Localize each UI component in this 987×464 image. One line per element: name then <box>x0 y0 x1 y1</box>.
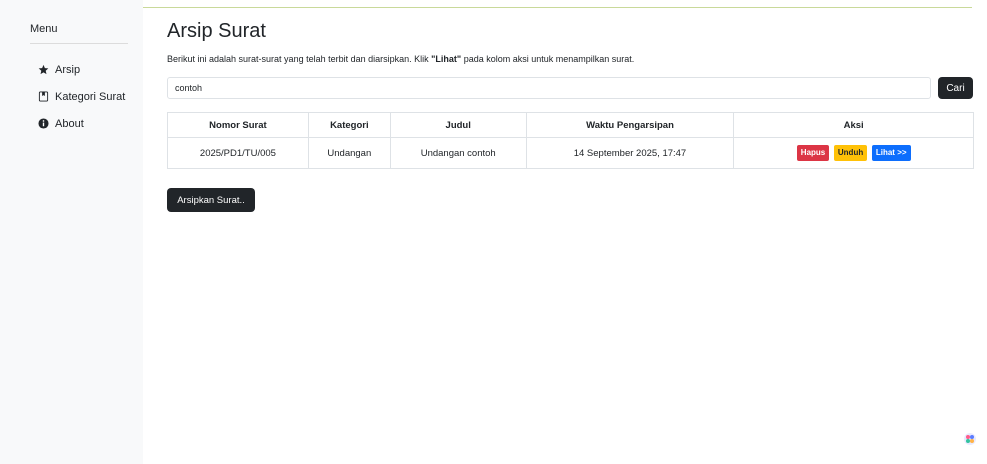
bookmark-icon <box>37 90 50 103</box>
description-text: Berikut ini adalah surat-surat yang tela… <box>167 54 432 64</box>
sidebar-item-about[interactable]: About <box>37 110 125 137</box>
sidebar-divider <box>30 43 128 44</box>
column-header-judul: Judul <box>389 112 527 138</box>
table-row: 2025/PD1/TU/005 Undangan Undangan contoh… <box>167 137 974 169</box>
column-header-aksi: Aksi <box>733 112 974 138</box>
search-input[interactable] <box>167 77 931 99</box>
column-header-kategori: Kategori <box>307 112 391 138</box>
cell-waktu: 14 September 2025, 17:47 <box>525 137 735 169</box>
info-circle-icon <box>37 117 50 130</box>
sidebar: Menu Arsip Kategori Surat About <box>0 0 143 464</box>
delete-button[interactable]: Hapus <box>796 145 830 161</box>
sidebar-title: Menu <box>30 23 58 35</box>
description-text-end: pada kolom aksi untuk menampilkan surat. <box>461 54 635 64</box>
table-header-row: Nomor Surat Kategori Judul Waktu Pengars… <box>167 112 974 138</box>
column-header-waktu: Waktu Pengarsipan <box>525 112 735 138</box>
sidebar-item-label: About <box>55 117 84 130</box>
column-header-nomor: Nomor Surat <box>167 112 309 138</box>
archive-letter-button[interactable]: Arsipkan Surat.. <box>167 188 255 212</box>
sidebar-item-arsip[interactable]: Arsip <box>37 56 125 83</box>
star-icon <box>37 63 50 76</box>
assistant-icon[interactable] <box>963 432 977 446</box>
view-button[interactable]: Lihat >> <box>871 145 911 161</box>
cell-kategori: Undangan <box>307 137 391 169</box>
sidebar-nav: Arsip Kategori Surat About <box>37 56 125 137</box>
page-description: Berikut ini adalah surat-surat yang tela… <box>167 54 634 64</box>
download-button[interactable]: Unduh <box>833 145 868 161</box>
cell-aksi: Hapus Unduh Lihat >> <box>733 137 974 169</box>
search-button[interactable]: Cari <box>938 77 973 99</box>
archive-table: Nomor Surat Kategori Judul Waktu Pengars… <box>167 112 974 169</box>
sidebar-item-kategori-surat[interactable]: Kategori Surat <box>37 83 125 110</box>
cell-judul: Undangan contoh <box>389 137 527 169</box>
top-divider <box>140 7 972 8</box>
sidebar-item-label: Arsip <box>55 63 81 76</box>
page-title: Arsip Surat <box>167 20 266 42</box>
sidebar-item-label: Kategori Surat <box>55 90 126 103</box>
cell-nomor: 2025/PD1/TU/005 <box>167 137 309 169</box>
description-bold: "Lihat" <box>431 54 462 64</box>
